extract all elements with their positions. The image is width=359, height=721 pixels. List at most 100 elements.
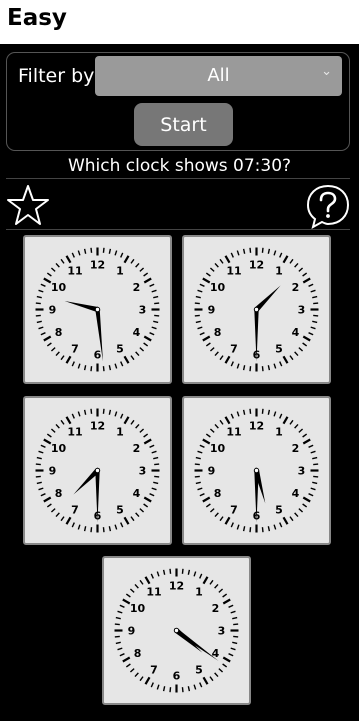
clock-number: 2 bbox=[292, 281, 300, 294]
app-bar: Easy bbox=[0, 0, 359, 44]
clock-tick bbox=[55, 351, 60, 357]
clock-option-4[interactable]: 121234567891011 bbox=[182, 396, 331, 545]
clock-tick bbox=[115, 641, 121, 645]
clock-tick bbox=[90, 527, 93, 533]
clock-number: 3 bbox=[139, 304, 147, 317]
clock-tick bbox=[219, 258, 224, 264]
clock-tick bbox=[130, 355, 135, 361]
clock-tick bbox=[310, 450, 316, 454]
clock-tick bbox=[90, 247, 93, 253]
clock-number: 12 bbox=[90, 259, 105, 272]
clock-tick bbox=[219, 355, 224, 361]
filter-panel: Filter by All ⌄ Start bbox=[6, 52, 350, 151]
clock-tick bbox=[312, 295, 318, 299]
clock-tick bbox=[119, 653, 125, 657]
clock-number: 9 bbox=[49, 465, 57, 478]
clock-tick bbox=[302, 503, 308, 508]
clock-tick bbox=[153, 295, 159, 299]
clock-tick bbox=[230, 252, 234, 258]
clock-option-3[interactable]: 121234567891011 bbox=[23, 396, 172, 545]
clock-tick bbox=[199, 332, 205, 336]
clock-tick bbox=[209, 428, 215, 433]
clock-tick bbox=[205, 272, 211, 277]
clock-option-5[interactable]: 12 1 2 3 4 5 6 7 8 9 10 11 bbox=[102, 556, 251, 705]
clock-tick bbox=[46, 433, 52, 438]
clock-tick bbox=[232, 616, 238, 620]
clock-tick bbox=[214, 583, 219, 589]
clock-option-2[interactable]: 121234567891011 bbox=[182, 235, 331, 384]
clock-tick bbox=[36, 481, 42, 485]
clock-tick bbox=[249, 408, 252, 414]
clock-tick bbox=[273, 524, 277, 530]
clock-tick bbox=[151, 326, 157, 330]
clock-tick bbox=[36, 295, 42, 299]
clock-center bbox=[253, 306, 260, 313]
clock-tick bbox=[224, 516, 231, 525]
clock-tick bbox=[233, 635, 239, 638]
clock-tick bbox=[151, 487, 157, 491]
clock-tick bbox=[181, 568, 184, 574]
clock-tick bbox=[134, 583, 139, 589]
clock-tick bbox=[130, 258, 135, 264]
clock-tick bbox=[242, 248, 246, 254]
clock-tick bbox=[195, 481, 201, 485]
clock-tick bbox=[36, 456, 42, 460]
clock-face: 121234567891011 bbox=[194, 408, 319, 533]
clock-tick bbox=[199, 573, 203, 579]
clock-tick bbox=[294, 351, 299, 357]
clock-tick bbox=[242, 365, 246, 371]
clock-number: 9 bbox=[49, 304, 57, 317]
filter-select[interactable]: All ⌄ bbox=[95, 56, 342, 96]
start-button[interactable]: Start bbox=[134, 103, 233, 146]
favorite-button[interactable] bbox=[6, 184, 50, 228]
clock-tick bbox=[282, 355, 289, 364]
clock-tick bbox=[228, 604, 234, 608]
clock-tick bbox=[194, 302, 200, 305]
clock-tick bbox=[102, 408, 105, 414]
clock-tick bbox=[214, 672, 219, 678]
clock-tick bbox=[249, 527, 252, 533]
clock-tick bbox=[90, 366, 93, 372]
chevron-down-icon: ⌄ bbox=[321, 64, 332, 79]
clock-tick bbox=[202, 335, 211, 342]
clock-tick bbox=[71, 361, 75, 367]
clock-tick bbox=[154, 475, 160, 478]
divider-bottom bbox=[6, 229, 350, 230]
clock-tick bbox=[195, 456, 201, 460]
clock-tick bbox=[289, 355, 294, 361]
clock-number: 2 bbox=[133, 281, 141, 294]
clock-tick bbox=[219, 516, 224, 522]
clock-tick bbox=[187, 686, 191, 692]
clock-tick bbox=[130, 516, 135, 522]
clock-option-1[interactable]: 12 1 2 3 4 5 6 7 8 9 10 11 bbox=[23, 235, 172, 384]
clock-number: 9 bbox=[208, 304, 216, 317]
clock-tick bbox=[43, 335, 52, 342]
help-button[interactable] bbox=[305, 183, 351, 229]
clock-tick bbox=[143, 503, 149, 508]
clock-tick bbox=[308, 444, 314, 448]
clock-tick bbox=[267, 365, 271, 371]
clock-tick bbox=[135, 351, 140, 357]
page-title: Easy bbox=[7, 5, 67, 31]
clock-tick bbox=[71, 413, 75, 419]
clock-tick bbox=[224, 355, 231, 364]
clock-number: 9 bbox=[128, 625, 136, 638]
clock-tick bbox=[153, 456, 159, 460]
clock-face: 121234567891011 bbox=[35, 408, 160, 533]
clock-tick bbox=[181, 687, 184, 693]
clock-tick bbox=[143, 335, 152, 342]
clock-tick bbox=[236, 250, 240, 256]
clock-tick bbox=[194, 314, 200, 317]
clock-tick bbox=[261, 408, 264, 414]
clock-tick bbox=[156, 684, 160, 690]
clock-tick bbox=[308, 332, 314, 336]
clock-tick bbox=[40, 332, 46, 336]
clock-tick bbox=[143, 496, 152, 503]
clock-tick bbox=[230, 647, 236, 651]
clock-tick bbox=[90, 408, 93, 414]
clock-tick bbox=[114, 635, 120, 638]
clock-number: 4 bbox=[133, 326, 141, 339]
clock-tick bbox=[202, 496, 211, 503]
clock-tick bbox=[60, 419, 65, 425]
clock-tick bbox=[222, 656, 231, 663]
